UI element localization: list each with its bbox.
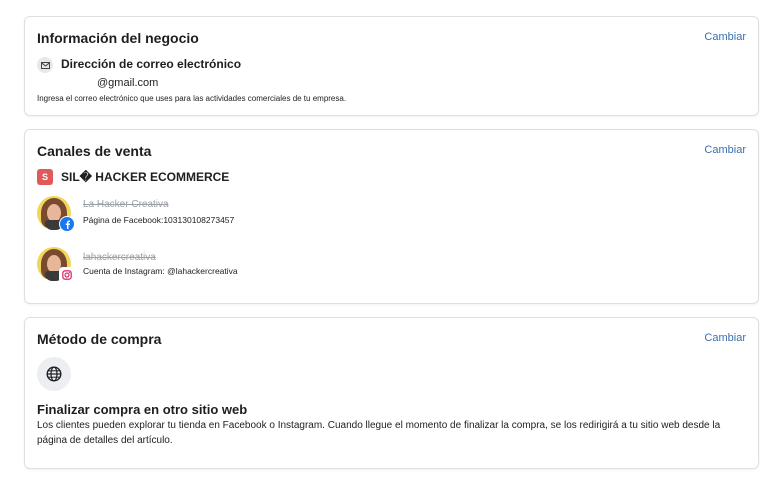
globe-icon <box>37 357 71 391</box>
facebook-page-id: Página de Facebook:103130108273457 <box>83 215 235 225</box>
facebook-page-avatar <box>37 196 75 232</box>
email-value: @gmail.com <box>97 77 159 89</box>
envelope-icon <box>37 57 53 73</box>
facebook-icon <box>59 216 75 232</box>
business-info-card: Información del negocio Cambiar Direcció… <box>24 16 759 116</box>
checkout-method-title: Método de compra <box>37 331 162 347</box>
instagram-account-name: lahackercreativa <box>83 252 156 263</box>
facebook-page-name: La Hacker Creativa <box>83 199 169 210</box>
checkout-method-change-link[interactable]: Cambiar <box>704 332 746 344</box>
instagram-account-handle: Cuenta de Instagram: @lahackercreativa <box>83 266 238 276</box>
sales-channels-change-link[interactable]: Cambiar <box>704 144 746 156</box>
shop-badge: S <box>37 169 53 185</box>
sales-channels-title: Canales de venta <box>37 143 152 159</box>
business-info-change-link[interactable]: Cambiar <box>704 31 746 43</box>
instagram-icon <box>59 267 75 283</box>
email-help-text: Ingresa el correo electrónico que uses p… <box>37 94 347 103</box>
instagram-account-avatar <box>37 247 75 283</box>
business-info-title: Información del negocio <box>37 30 199 46</box>
email-label: Dirección de correo electrónico <box>61 57 242 71</box>
checkout-method-card: Método de compra Cambiar Finalizar compr… <box>24 317 759 469</box>
checkout-option-title: Finalizar compra en otro sitio web <box>37 402 248 417</box>
shop-name: SIL� HACKER ECOMMERCE <box>61 170 230 184</box>
checkout-option-description: Los clientes pueden explorar tu tienda e… <box>37 420 721 446</box>
sales-channels-card: Canales de venta Cambiar S SIL� HACKER E… <box>24 129 759 304</box>
